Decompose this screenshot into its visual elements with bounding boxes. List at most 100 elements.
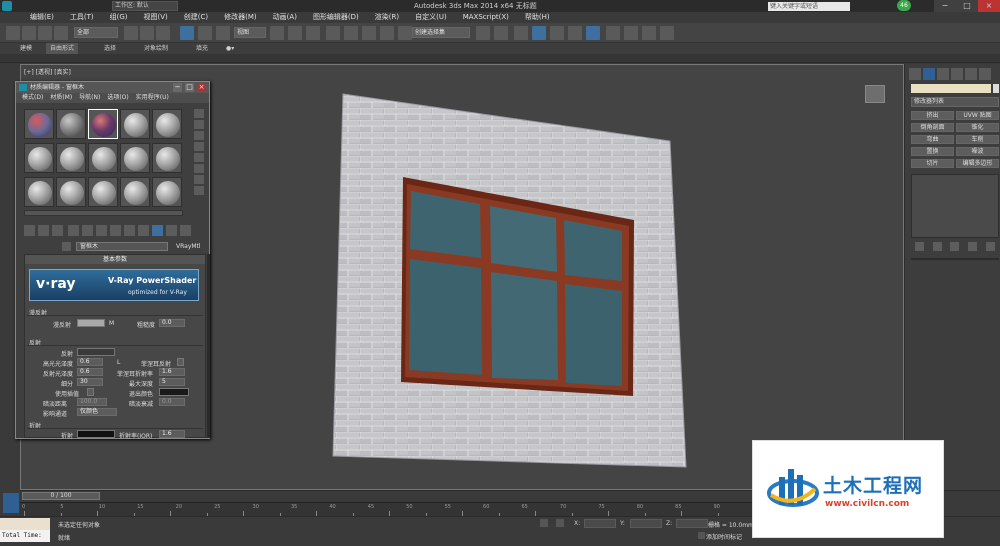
- make-copy-icon[interactable]: [82, 225, 93, 236]
- menu-modes[interactable]: 模式(D): [22, 93, 50, 103]
- layer-manager-icon[interactable]: [514, 26, 528, 40]
- uv-tiling-icon[interactable]: [194, 142, 204, 151]
- menu-options[interactable]: 选项(O): [107, 93, 135, 103]
- go-to-parent-icon[interactable]: [166, 225, 177, 236]
- tab-selection[interactable]: 选择: [100, 43, 120, 54]
- time-slider[interactable]: 0 / 100: [22, 492, 100, 500]
- material-editor-icon[interactable]: [586, 26, 600, 40]
- sample-slot[interactable]: [56, 143, 86, 173]
- material-name-field[interactable]: 窗框木: [76, 242, 168, 251]
- affect-channels-dropdown[interactable]: 仅颜色: [77, 408, 117, 416]
- named-selection-dropdown[interactable]: 创建选择集: [412, 27, 470, 38]
- modifier-bevel-profile-button[interactable]: 倒角剖面: [911, 123, 954, 132]
- sample-slot-selected[interactable]: [88, 109, 118, 139]
- go-forward-sibling-icon[interactable]: [180, 225, 191, 236]
- viewport-label[interactable]: [+] [透视] [真实]: [24, 67, 71, 76]
- refract-color-swatch[interactable]: [77, 430, 115, 438]
- close-icon[interactable]: ×: [197, 83, 206, 92]
- roughness-spinner[interactable]: 0.0: [159, 319, 185, 327]
- menu-modifiers[interactable]: 修改器(M): [216, 12, 265, 23]
- sample-slot[interactable]: [152, 109, 182, 139]
- subdivs-spinner[interactable]: 30: [77, 378, 103, 386]
- rotate-icon[interactable]: [198, 26, 212, 40]
- options-icon[interactable]: [194, 175, 204, 184]
- keyboard-shortcut-icon[interactable]: [306, 26, 320, 40]
- modifier-edit-poly-button[interactable]: 编辑多边形: [956, 159, 999, 168]
- modifier-uvw-button[interactable]: UVW 贴图: [956, 111, 999, 120]
- exit-color-swatch[interactable]: [159, 388, 189, 396]
- link-icon[interactable]: [38, 26, 52, 40]
- put-to-library-icon[interactable]: [110, 225, 121, 236]
- diffuse-color-swatch[interactable]: [77, 319, 105, 327]
- tab-freeform[interactable]: 自由形式: [46, 43, 79, 54]
- tab-populate[interactable]: 填充: [192, 43, 212, 54]
- render-cloud-icon[interactable]: [660, 26, 674, 40]
- tab-object-paint[interactable]: 对象绘制: [140, 43, 172, 54]
- render-production-icon[interactable]: [642, 26, 656, 40]
- sample-slot[interactable]: [56, 109, 86, 139]
- configure-modifier-sets-icon[interactable]: [985, 242, 995, 251]
- rollout-header[interactable]: 基本参数: [25, 255, 205, 264]
- redo-icon[interactable]: [22, 26, 36, 40]
- refract-ior-spinner[interactable]: 1.6: [159, 430, 185, 438]
- pin-stack-icon[interactable]: [915, 242, 925, 251]
- close-icon[interactable]: ×: [978, 0, 1000, 12]
- undo-icon[interactable]: [6, 26, 20, 40]
- motion-panel-icon[interactable]: [951, 68, 963, 80]
- use-interpolation-checkbox[interactable]: [87, 388, 94, 396]
- spinner-snap-icon[interactable]: [380, 26, 394, 40]
- object-name-field[interactable]: [911, 84, 991, 93]
- background-icon[interactable]: [194, 131, 204, 140]
- reset-map-icon[interactable]: [68, 225, 79, 236]
- curve-editor-icon[interactable]: [550, 26, 564, 40]
- snap-icon[interactable]: [326, 26, 340, 40]
- percent-snap-icon[interactable]: [362, 26, 376, 40]
- refl-gloss-spinner[interactable]: 0.6: [77, 368, 103, 376]
- dim-falloff-spinner[interactable]: 0.0: [159, 398, 185, 406]
- maxscript-listener-input[interactable]: [0, 518, 50, 530]
- sample-slot[interactable]: [120, 177, 150, 207]
- menu-group[interactable]: 组(G): [102, 12, 136, 23]
- ribbon-options-icon[interactable]: ●▾: [222, 43, 238, 54]
- pick-material-icon[interactable]: [62, 242, 71, 251]
- app-logo-icon[interactable]: [2, 1, 12, 11]
- align-icon[interactable]: [494, 26, 508, 40]
- time-tag-icon[interactable]: [698, 532, 705, 539]
- material-id-icon[interactable]: [124, 225, 135, 236]
- modifier-noise-button[interactable]: 噪波: [956, 147, 999, 156]
- show-end-result-icon[interactable]: [932, 242, 942, 251]
- modifier-displace-button[interactable]: 置换: [911, 147, 954, 156]
- object-color-swatch[interactable]: [993, 84, 999, 93]
- make-unique-icon[interactable]: [950, 242, 960, 251]
- sample-slot[interactable]: [152, 177, 182, 207]
- sample-slot[interactable]: [88, 143, 118, 173]
- get-material-icon[interactable]: [24, 225, 35, 236]
- modifier-bend-button[interactable]: 弯曲: [911, 135, 954, 144]
- menu-customize[interactable]: 自定义(U): [407, 12, 455, 23]
- reflect-color-swatch[interactable]: [77, 348, 115, 356]
- modifier-stack[interactable]: [911, 174, 999, 238]
- reference-coord-dropdown[interactable]: 视图: [234, 27, 266, 38]
- graphite-tools-icon[interactable]: [532, 26, 546, 40]
- menu-utilities[interactable]: 实用程序(U): [136, 93, 176, 103]
- fresnel-ior-spinner[interactable]: 1.6: [159, 368, 185, 376]
- menu-material[interactable]: 材质(M): [50, 93, 79, 103]
- maximize-icon[interactable]: □: [956, 0, 978, 12]
- sample-slot[interactable]: [88, 177, 118, 207]
- modifier-lathe-button[interactable]: 车削: [956, 135, 999, 144]
- hierarchy-panel-icon[interactable]: [937, 68, 949, 80]
- sample-type-icon[interactable]: [194, 109, 204, 118]
- render-setup-icon[interactable]: [606, 26, 620, 40]
- add-time-tag[interactable]: 添加时间标记: [706, 532, 742, 541]
- make-unique-icon[interactable]: [96, 225, 107, 236]
- select-by-name-icon[interactable]: [140, 26, 154, 40]
- make-preview-icon[interactable]: [194, 164, 204, 173]
- selection-filter-dropdown[interactable]: 全部: [74, 27, 118, 38]
- select-manipulate-icon[interactable]: [288, 26, 302, 40]
- workspace-dropdown[interactable]: 工作区: 默认: [112, 1, 178, 11]
- sample-slot[interactable]: [24, 109, 54, 139]
- lock-button[interactable]: L: [117, 359, 120, 366]
- mirror-icon[interactable]: [476, 26, 490, 40]
- z-coordinate-field[interactable]: [676, 519, 708, 528]
- maxscript-listener-output[interactable]: Total Time:: [0, 530, 50, 542]
